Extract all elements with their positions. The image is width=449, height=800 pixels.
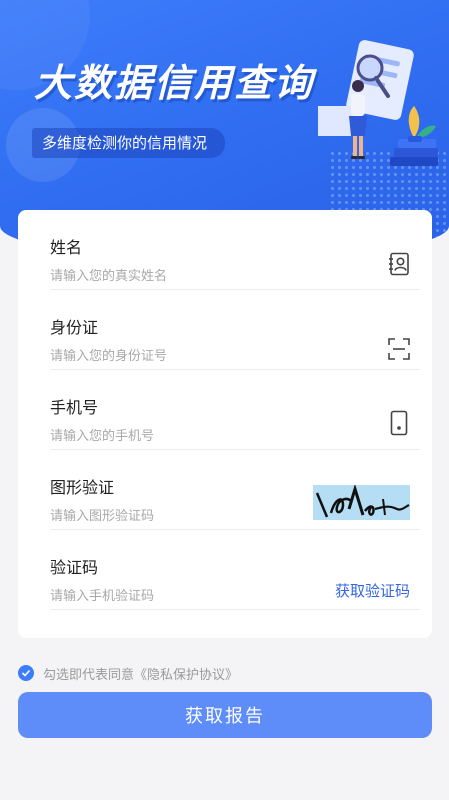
phone-icon[interactable] [390, 410, 408, 436]
id-card-label: 身份证 [50, 318, 99, 337]
agreement-text[interactable]: 勾选即代表同意《隐私保护协议》 [43, 664, 238, 683]
captcha-input[interactable]: 请输入图形验证码 [50, 505, 154, 524]
id-card-field-row[interactable]: 身份证 请输入您的身份证号 [50, 290, 420, 370]
researcher-illustration [318, 40, 438, 166]
captcha-field-row[interactable]: 图形验证 请输入图形验证码 [50, 450, 420, 530]
captcha-label: 图形验证 [50, 478, 115, 497]
checkmark-icon [21, 669, 31, 677]
scan-icon[interactable] [388, 338, 410, 360]
sms-code-field-row[interactable]: 验证码 请输入手机验证码 获取验证码 [50, 530, 420, 610]
hero-subtitle: 多维度检测你的信用情况 [32, 128, 226, 158]
phone-input[interactable]: 请输入您的手机号 [50, 425, 154, 444]
sms-code-input[interactable]: 请输入手机验证码 [50, 585, 154, 604]
sms-code-label: 验证码 [50, 558, 99, 577]
get-code-button[interactable]: 获取验证码 [335, 580, 410, 601]
hero-title: 大数据信用查询 [34, 61, 315, 105]
contact-card-icon[interactable] [388, 252, 410, 276]
agreement-row[interactable]: 勾选即代表同意《隐私保护协议》 [18, 664, 238, 683]
get-report-button[interactable]: 获取报告 [18, 692, 432, 738]
name-field-row[interactable]: 姓名 请输入您的真实姓名 [50, 210, 420, 290]
phone-label: 手机号 [50, 398, 99, 417]
agreement-checkbox[interactable] [18, 665, 34, 681]
name-input[interactable]: 请输入您的真实姓名 [50, 265, 167, 284]
id-card-input[interactable]: 请输入您的身份证号 [50, 345, 167, 364]
captcha-image[interactable] [313, 485, 410, 520]
phone-field-row[interactable]: 手机号 请输入您的手机号 [50, 370, 420, 450]
query-form: 姓名 请输入您的真实姓名 身份证 请输入您的身份证号 手机号 请输入您的手机号 [18, 210, 432, 638]
name-label: 姓名 [50, 238, 83, 257]
credit-query-page: 大数据信用查询 多维度检测你的信用情况 姓名 请输入您的真实姓名 身份证 请输入… [0, 0, 449, 800]
